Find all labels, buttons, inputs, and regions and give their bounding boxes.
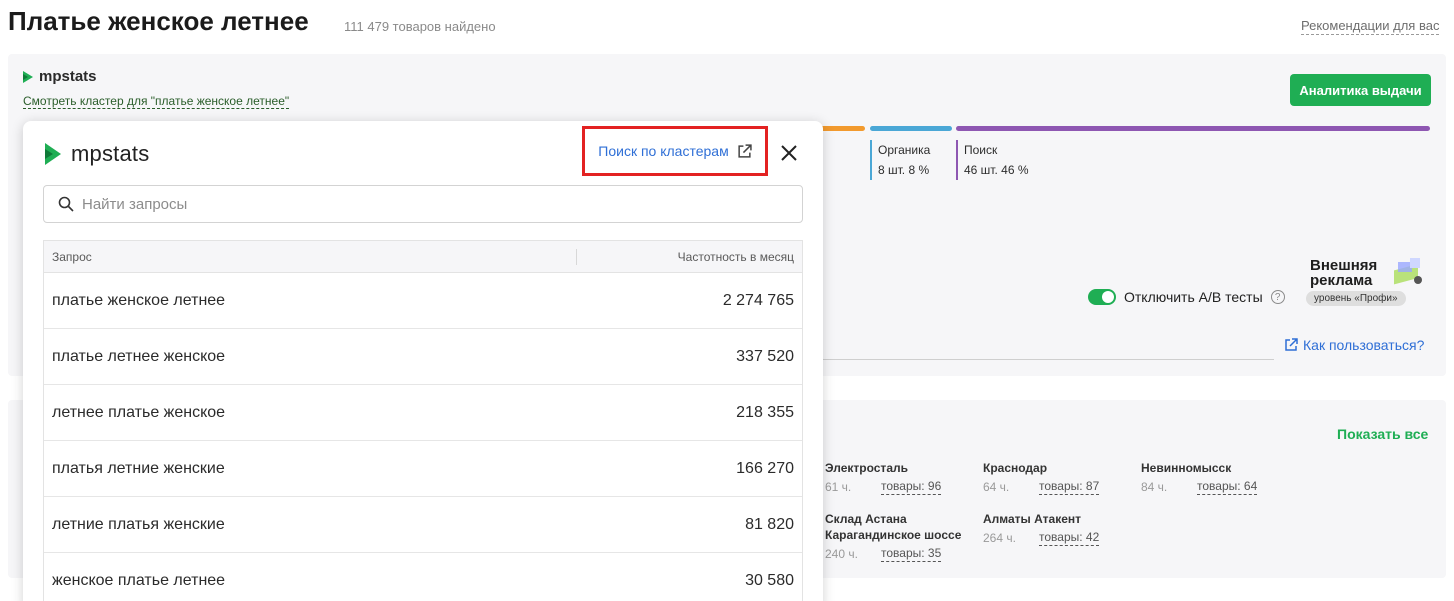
share-bar-organic	[870, 126, 952, 131]
warehouse-item: Электросталь 61 ч. товары: 96	[825, 460, 942, 495]
ad-banner-line2: реклама	[1310, 272, 1373, 289]
table-row[interactable]: женское платье летнее 30 580	[44, 553, 802, 601]
query-cell: летние платья женские	[52, 515, 225, 533]
warehouse-goods-link[interactable]: товары: 35	[881, 546, 942, 562]
column-header-frequency[interactable]: Частотность в месяц	[678, 250, 794, 264]
frequency-cell: 2 274 765	[722, 291, 794, 309]
search-box	[43, 185, 803, 223]
frequency-cell: 218 355	[736, 403, 794, 421]
mpstats-logo-icon	[45, 143, 61, 165]
column-divider	[576, 249, 577, 265]
ab-test-label: Отключить А/В тесты	[1124, 289, 1263, 305]
ad-banner-line1: Внешняя	[1310, 257, 1378, 274]
external-link-icon	[738, 143, 752, 158]
warehouse-name-line2: Карагандинское шоссе	[825, 528, 962, 542]
segment-search-label: Поиск	[964, 143, 998, 157]
table-row[interactable]: платье летнее женское 337 520	[44, 329, 802, 385]
table-row[interactable]: платья летние женские 166 270	[44, 441, 802, 497]
table-row[interactable]: летнее платье женское 218 355	[44, 385, 802, 441]
warehouse-name: Краснодар	[983, 461, 1048, 475]
show-all-link[interactable]: Показать все	[1337, 426, 1428, 442]
queries-popup: mpstats Поиск по кластерам Запрос Частот…	[23, 121, 823, 601]
share-bar-search	[956, 126, 1430, 131]
ab-test-toggle[interactable]	[1088, 289, 1116, 305]
warehouse-hours: 64 ч.	[983, 480, 1010, 494]
segment-organic-value: 8 шт. 8 %	[878, 163, 930, 177]
mpstats-logo-text: mpstats	[39, 68, 97, 85]
table-row[interactable]: платье женское летнее 2 274 765	[44, 273, 802, 329]
page-title: Платье женское летнее	[8, 6, 309, 36]
query-cell: платья летние женские	[52, 459, 225, 477]
segment-organic: Органика 8 шт. 8 %	[870, 140, 930, 180]
search-input[interactable]	[82, 195, 762, 213]
query-cell: платье летнее женское	[52, 347, 226, 365]
query-cell: летнее платье женское	[52, 403, 226, 421]
frequency-cell: 30 580	[745, 571, 794, 589]
ab-test-control: Отключить А/В тесты ?	[1088, 289, 1285, 305]
recommendations-link[interactable]: Рекомендации для вас	[1301, 18, 1440, 35]
warehouse-item: Алматы Атакент 264 ч. товары: 42	[983, 511, 1100, 546]
popup-logo-text: mpstats	[71, 141, 150, 166]
warehouse-name: Электросталь	[825, 461, 908, 475]
cluster-search-link[interactable]: Поиск по кластерам	[582, 126, 768, 176]
warehouse-hours: 84 ч.	[1141, 480, 1168, 494]
warehouse-item: Склад Астана Карагандинское шоссе 240 ч.…	[825, 511, 961, 562]
segment-organic-label: Органика	[878, 143, 931, 157]
close-button[interactable]	[778, 142, 800, 164]
column-header-query[interactable]: Запрос	[52, 250, 92, 264]
external-ad-banner[interactable]: Внешняя реклама уровень «Профи»	[1304, 252, 1430, 308]
external-link-icon	[1285, 338, 1298, 351]
warehouse-item: Краснодар 64 ч. товары: 87	[983, 460, 1100, 495]
warehouse-goods-link[interactable]: товары: 87	[1039, 479, 1100, 495]
ad-banner-illustration-icon	[1394, 258, 1422, 285]
warehouse-hours: 264 ч.	[983, 531, 1016, 545]
divider	[823, 359, 1274, 360]
frequency-cell: 81 820	[745, 515, 794, 533]
how-to-use-label: Как пользоваться?	[1303, 337, 1425, 353]
analytics-button[interactable]: Аналитика выдачи	[1290, 74, 1431, 106]
frequency-cell: 337 520	[736, 347, 794, 365]
view-cluster-link[interactable]: Смотреть кластер для "платье женское лет…	[23, 94, 290, 109]
query-cell: женское платье летнее	[52, 571, 226, 589]
warehouse-name: Невинномысск	[1141, 461, 1232, 475]
warehouse-goods-link[interactable]: товары: 96	[881, 479, 942, 495]
warehouse-hours: 61 ч.	[825, 480, 852, 494]
how-to-use-link[interactable]: Как пользоваться?	[1284, 337, 1424, 353]
warehouse-name: Склад Астана	[825, 512, 907, 526]
warehouse-name: Алматы Атакент	[983, 512, 1082, 526]
cluster-search-label: Поиск по кластерам	[598, 143, 729, 159]
warehouse-goods-link[interactable]: товары: 42	[1039, 530, 1100, 546]
results-count: 111 479 товаров найдено	[344, 19, 496, 34]
frequency-cell: 166 270	[736, 459, 794, 477]
warehouse-item: Невинномысск 84 ч. товары: 64	[1141, 460, 1258, 495]
help-icon[interactable]: ?	[1270, 290, 1285, 304]
segment-search: Поиск 46 шт. 46 %	[956, 140, 1029, 180]
mpstats-logo-icon	[23, 70, 33, 83]
table-header: Запрос Частотность в месяц	[44, 241, 802, 273]
warehouse-goods-link[interactable]: товары: 64	[1197, 479, 1258, 495]
mpstats-logo: mpstats	[22, 68, 97, 85]
search-icon	[58, 196, 74, 212]
warehouse-hours: 240 ч.	[825, 547, 858, 561]
segment-search-value: 46 шт. 46 %	[964, 163, 1029, 177]
queries-table: Запрос Частотность в месяц платье женско…	[43, 240, 803, 601]
popup-logo: mpstats	[43, 141, 149, 167]
query-cell: платье женское летнее	[52, 291, 226, 309]
close-icon	[781, 145, 797, 161]
table-row[interactable]: летние платья женские 81 820	[44, 497, 802, 553]
